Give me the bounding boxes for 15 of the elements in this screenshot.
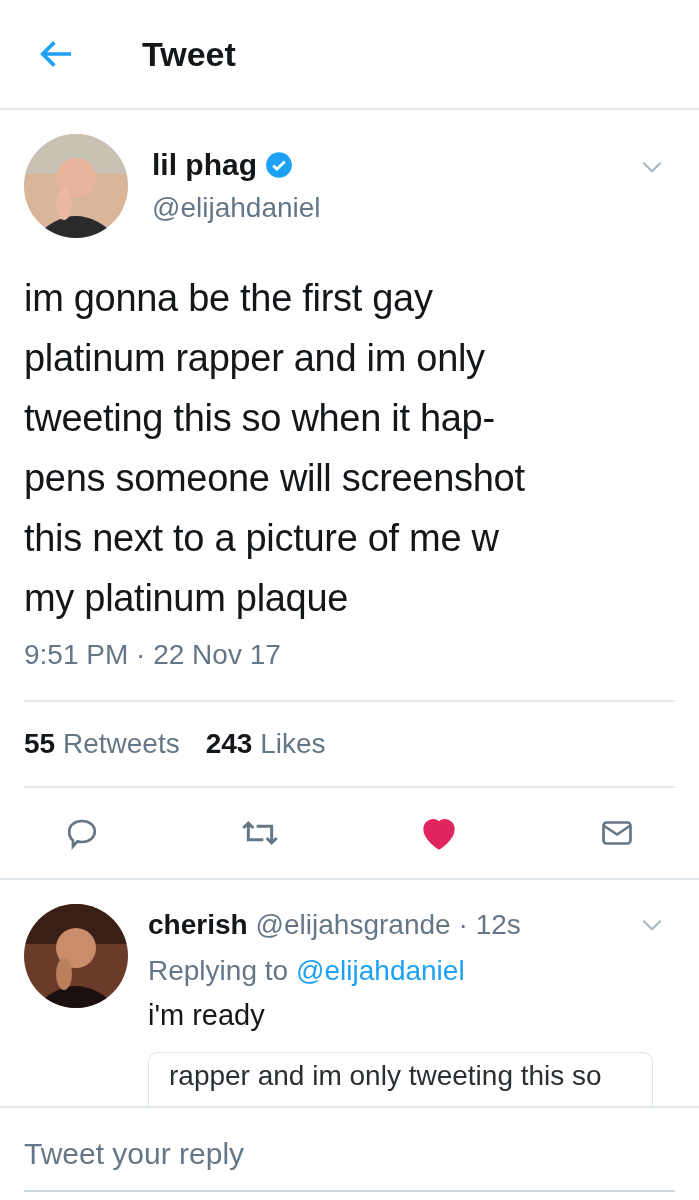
tweet-text: im gonna be the first gay platinum rapper and im only tweeting this so when it hap- pens someone will screenshot this next to a picture of me w my platinum plaque [23, 276, 526, 621]
user-name: cherish [148, 908, 248, 942]
user-handle: @elijahsgrande [255, 908, 451, 942]
quoted-text: rapper and im only tweeting this so [169, 1059, 602, 1091]
stat-link[interactable]: 243 Likes [205, 723, 326, 765]
reply-time: · 12s [458, 908, 521, 942]
page-title: Tweet [142, 33, 236, 75]
reply-input-field[interactable]: Tweet your reply [24, 1131, 675, 1192]
quoted-tweet-card[interactable]: rapper and im only tweeting this so [148, 1051, 653, 1106]
replying-label: Replying to [148, 954, 289, 988]
user-handle: @elijahdaniel [152, 191, 322, 225]
tweet-timestamp: 9:51 PM · 22 Nov 17 [23, 638, 282, 672]
stat-link[interactable]: 55 Retweets [24, 723, 180, 765]
reply-text: i'm ready [148, 998, 266, 1033]
user-name: lil phag [152, 147, 257, 183]
